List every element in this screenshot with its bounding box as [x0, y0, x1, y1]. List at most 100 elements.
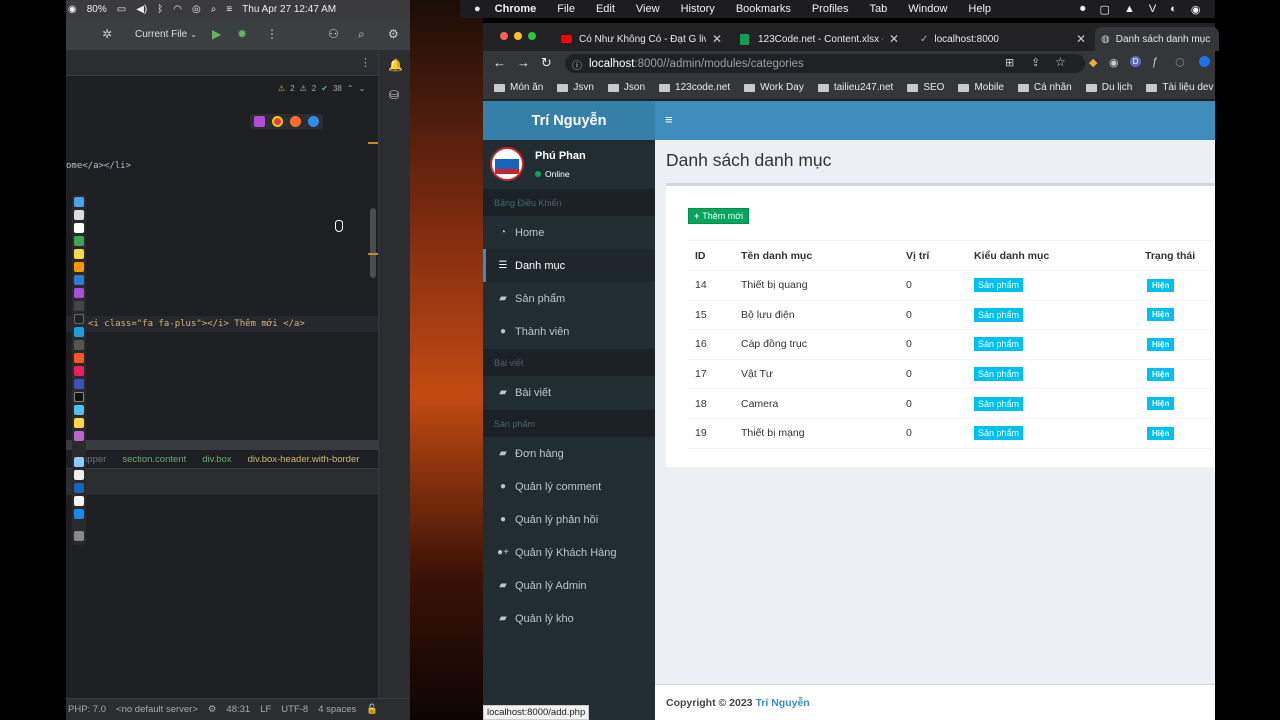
debug-run-icon[interactable]: ✹: [237, 27, 247, 41]
app-icon[interactable]: [74, 431, 84, 441]
menu-tab[interactable]: Tab: [870, 3, 888, 15]
add-user-icon[interactable]: ⚇: [328, 27, 339, 41]
extension-icon[interactable]: D: [1130, 56, 1141, 67]
bookmark-folder[interactable]: SEO: [907, 82, 944, 93]
sidebar-item-warehouse[interactable]: ▰ Quản lý kho: [483, 602, 655, 635]
sidebar-item-posts[interactable]: ▰ Bài viết: [483, 376, 655, 409]
phpstorm-icon[interactable]: [74, 288, 84, 298]
app-icon[interactable]: [74, 405, 84, 415]
table-row[interactable]: 14 Thiết bị quang 0 Sản phẩm Hiện: [688, 271, 1215, 301]
star-icon[interactable]: ☆: [1055, 55, 1066, 69]
caret-position[interactable]: 48:31: [226, 704, 250, 715]
tab-options-icon[interactable]: ⋮: [360, 56, 371, 69]
menu-bookmarks[interactable]: Bookmarks: [736, 3, 791, 15]
status-icon[interactable]: ◉: [1191, 3, 1201, 16]
more-icon[interactable]: ⋮: [266, 27, 278, 41]
app-icon[interactable]: [74, 470, 84, 480]
notifications-icon[interactable]: 🔔: [388, 58, 403, 72]
notes-icon[interactable]: [74, 249, 84, 259]
bookmark-folder[interactable]: Cá nhân: [1017, 82, 1072, 93]
status-badge[interactable]: Hiện: [1147, 367, 1175, 381]
bookmark-folder[interactable]: Du lịch: [1085, 82, 1132, 93]
brand-logo[interactable]: Trí Nguyễn: [483, 101, 655, 140]
wifi-icon[interactable]: ◠: [173, 4, 182, 15]
close-window-button[interactable]: [500, 32, 508, 40]
app-icon[interactable]: [74, 340, 84, 350]
bookmark-folder[interactable]: Mobile: [958, 82, 1004, 93]
search-icon[interactable]: ⌕: [211, 4, 217, 15]
battery-icon[interactable]: ▭: [117, 4, 126, 15]
code-line-highlight[interactable]: <i class="fa fa-plus"></i> Thêm mới </a>: [66, 316, 378, 332]
menu-window[interactable]: Window: [908, 3, 947, 15]
inspection-widget[interactable]: ⚠ 2 ⚠ 2 ✔ 38 ⌃ ⌄: [278, 84, 365, 93]
app-icon[interactable]: [74, 483, 84, 493]
menu-file[interactable]: File: [557, 3, 575, 15]
tab-sheets[interactable]: 123Code.net - Content.xlsx - G ✕: [740, 27, 904, 51]
app-name[interactable]: Chrome: [495, 3, 537, 15]
indent[interactable]: 4 spaces: [318, 704, 356, 715]
table-row[interactable]: 17 Vật Tư 0 Sản phẩm Hiện: [688, 360, 1215, 390]
tab-youtube[interactable]: Có Như Không Có - Đạt G live ✕: [561, 27, 727, 51]
status-badge[interactable]: Hiện: [1147, 278, 1175, 292]
bookmark-folder[interactable]: Tài liệu dev: [1146, 82, 1213, 93]
bookmark-folder[interactable]: 123code.net: [659, 82, 730, 93]
chrome-icon[interactable]: [272, 116, 283, 127]
terminal-icon[interactable]: [74, 301, 84, 311]
bluetooth-icon[interactable]: ᛒ: [157, 4, 163, 15]
menu-help[interactable]: Help: [968, 3, 991, 15]
close-icon[interactable]: ✕: [712, 32, 722, 46]
extension-icon[interactable]: ◆: [1089, 56, 1097, 69]
run-icon[interactable]: ▶: [212, 27, 221, 41]
extension-icon[interactable]: ◉: [1109, 56, 1119, 69]
lock-icon[interactable]: 🔓: [366, 704, 378, 715]
code-line[interactable]: ome</a></li>: [66, 161, 131, 171]
table-row[interactable]: 18 Camera 0 Sản phẩm Hiện: [688, 389, 1215, 419]
volume-icon[interactable]: ◀): [136, 4, 147, 15]
bookmark-folder[interactable]: Work Day: [744, 82, 804, 93]
php-version[interactable]: PHP: 7.0: [68, 704, 106, 715]
sidebar-item-home[interactable]: ◔ Home: [483, 216, 655, 249]
search-everywhere-icon[interactable]: ⌕: [358, 27, 365, 42]
encoding[interactable]: UTF-8: [281, 704, 308, 715]
status-badge[interactable]: Hiện: [1147, 397, 1175, 411]
app-icon[interactable]: [74, 392, 84, 402]
app-icon[interactable]: [74, 379, 84, 389]
chevron-down-icon[interactable]: ⌄: [359, 84, 366, 93]
breadcrumb-item[interactable]: div.box-header.with-border: [248, 454, 360, 465]
sidebar-item-categories[interactable]: ☰ Danh mục: [483, 249, 655, 282]
share-icon[interactable]: ⇪: [1031, 56, 1040, 69]
close-icon[interactable]: ✕: [889, 32, 899, 46]
breadcrumb-item[interactable]: section.content: [122, 454, 186, 465]
bookmark-folder[interactable]: Món ăn: [494, 82, 543, 93]
status-badge[interactable]: Hiện: [1147, 337, 1175, 351]
vscode-icon[interactable]: [74, 275, 84, 285]
forward-icon[interactable]: →: [517, 55, 530, 70]
editor-scrollbar[interactable]: [370, 208, 376, 278]
app-icon[interactable]: [74, 509, 84, 519]
menu-profiles[interactable]: Profiles: [812, 3, 849, 15]
url-input[interactable]: ⓘ localhost:8000//admin/modules/categori…: [565, 54, 1085, 73]
database-icon[interactable]: ⛁: [389, 88, 399, 102]
terminal-icon[interactable]: [74, 314, 84, 324]
menu-history[interactable]: History: [681, 3, 715, 15]
table-row[interactable]: 19 Thiết bị mạng 0 Sản phẩm Hiện: [688, 419, 1215, 449]
firefox-icon[interactable]: [290, 116, 301, 127]
debug-icon[interactable]: ✲: [102, 27, 112, 41]
app-icon[interactable]: [74, 496, 84, 506]
chrome-icon[interactable]: [74, 236, 84, 246]
tab-categories[interactable]: ◍ Danh sách danh mục: [1095, 27, 1219, 51]
sublime-icon[interactable]: [74, 262, 84, 272]
tab-localhost[interactable]: ✓ localhost:8000 ✕: [920, 27, 1086, 51]
apple-icon[interactable]: ●: [474, 3, 481, 15]
skype-icon[interactable]: [74, 327, 84, 337]
bookmark-folder[interactable]: tailieu247.net: [817, 82, 893, 93]
close-icon[interactable]: ✕: [1076, 32, 1086, 46]
status-badge[interactable]: Hiện: [1147, 308, 1175, 322]
sidebar-item-feedback[interactable]: ● Quản lý phản hồi: [483, 503, 655, 536]
record-icon[interactable]: ⏺: [1080, 3, 1086, 16]
status-icon[interactable]: ▢: [1100, 3, 1110, 16]
chevron-up-icon[interactable]: ⌃: [347, 84, 354, 93]
info-icon[interactable]: ⓘ: [572, 57, 582, 72]
table-row[interactable]: 16 Cáp đồng trục 0 Sản phẩm Hiện: [688, 330, 1215, 360]
translate-icon[interactable]: ⊞: [1005, 56, 1014, 69]
